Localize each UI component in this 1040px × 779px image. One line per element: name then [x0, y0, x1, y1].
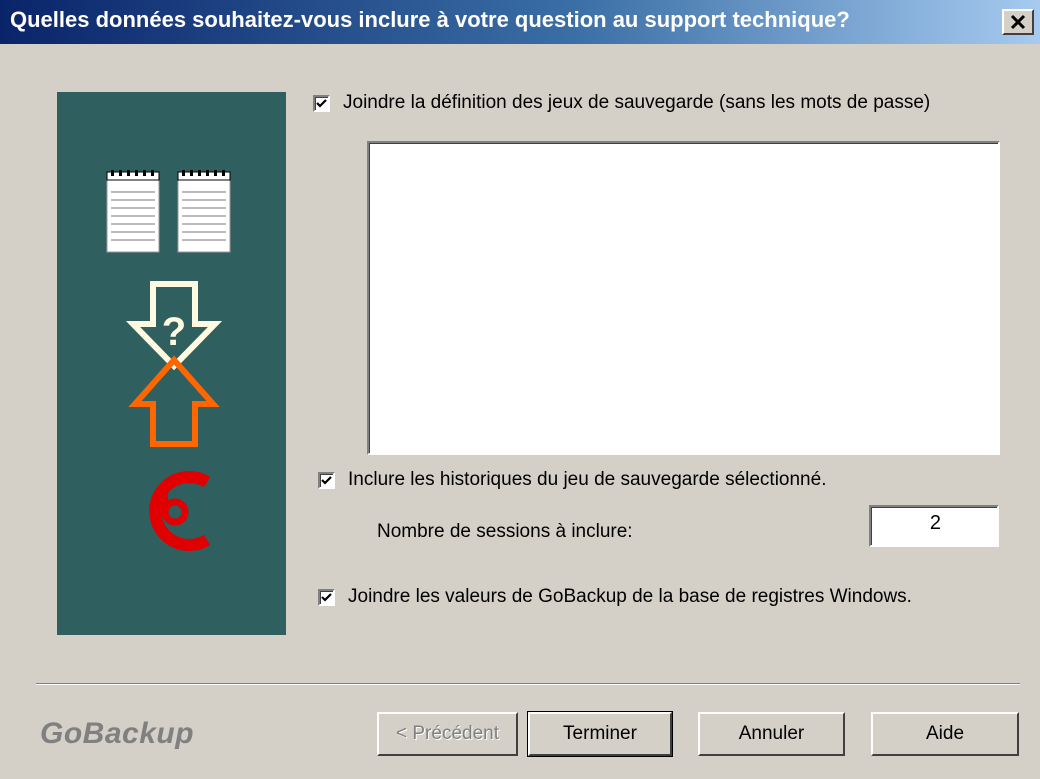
registry-checkbox[interactable] — [318, 589, 335, 606]
support-data-dialog: Quelles données souhaitez-vous inclure à… — [0, 0, 1040, 779]
checkmark-icon — [321, 476, 332, 485]
close-icon — [1010, 14, 1026, 30]
definition-label[interactable]: Joindre la définition des jeux de sauveg… — [343, 92, 930, 114]
registry-label[interactable]: Joindre les valeurs de GoBackup de la ba… — [348, 586, 912, 608]
checkmark-icon — [321, 593, 332, 602]
separator-highlight — [36, 684, 1020, 685]
notepad-icon — [106, 170, 160, 253]
cancel-button[interactable]: Annuler — [698, 712, 845, 756]
svg-text:?: ? — [162, 310, 186, 354]
gobackup-logo-icon — [149, 471, 211, 551]
backup-sets-list[interactable] — [367, 141, 1000, 455]
wizard-side-panel: ? — [57, 92, 286, 635]
sessions-label: Nombre de sessions à inclure: — [377, 521, 633, 542]
history-checkbox[interactable] — [318, 472, 335, 489]
arrow-up-icon — [128, 355, 220, 447]
previous-button[interactable]: < Précédent — [377, 712, 518, 756]
sessions-count-input[interactable]: 2 — [869, 505, 999, 547]
title-bar[interactable]: Quelles données souhaitez-vous inclure à… — [0, 0, 1040, 44]
definition-checkbox[interactable] — [313, 95, 330, 112]
dialog-title: Quelles données souhaitez-vous inclure à… — [10, 7, 850, 32]
checkmark-icon — [316, 99, 327, 108]
close-button[interactable] — [1002, 9, 1034, 35]
help-button[interactable]: Aide — [871, 712, 1019, 756]
question-arrow-down-icon: ? — [125, 281, 223, 371]
history-label[interactable]: Inclure les historiques du jeu de sauveg… — [348, 469, 826, 491]
notepad-icon — [177, 170, 231, 253]
finish-button[interactable]: Terminer — [527, 711, 673, 757]
brand-logo: GoBackup — [40, 717, 195, 750]
